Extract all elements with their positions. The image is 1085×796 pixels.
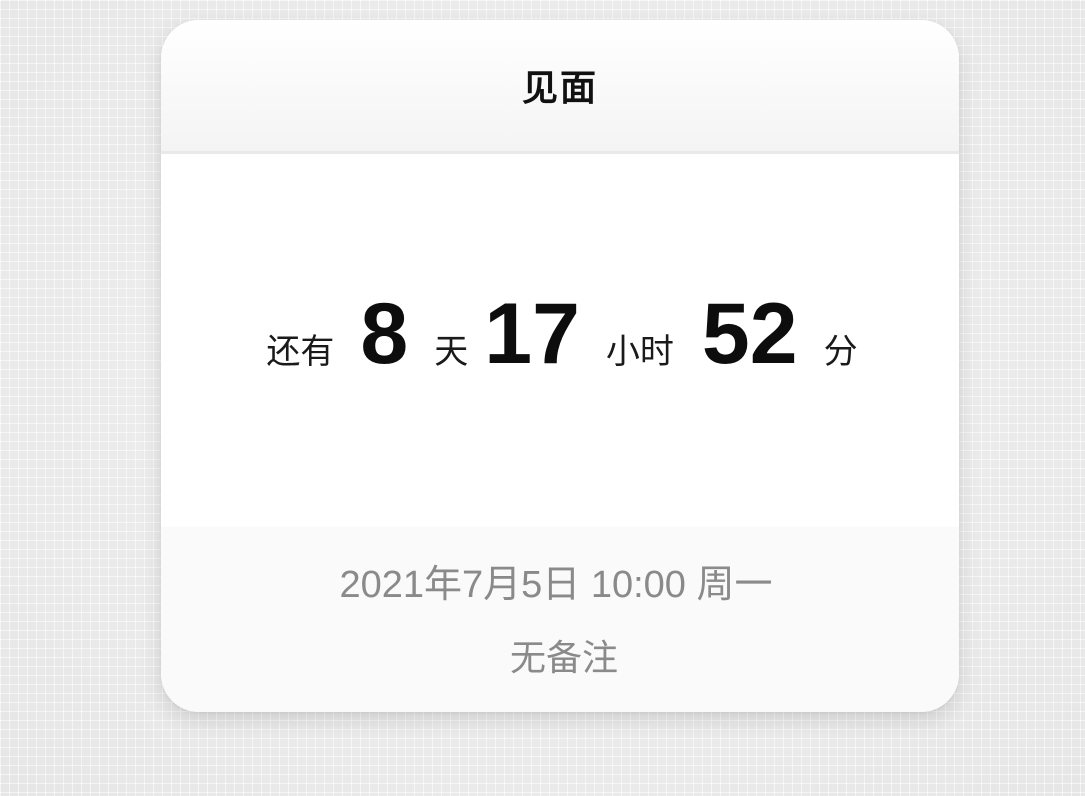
countdown-hours: 17 xyxy=(484,285,580,382)
countdown-prefix: 还有 xyxy=(266,331,335,372)
event-title: 见面 xyxy=(521,67,598,109)
event-note: 无备注 xyxy=(509,638,618,679)
countdown-display: 还有 8 天 17 小时 52 分 xyxy=(266,291,857,377)
countdown-days: 8 xyxy=(360,285,409,382)
card-footer: 2021年7月5日 10:00 周一 无备注 xyxy=(161,527,959,712)
countdown-panel: 还有 8 天 17 小时 52 分 xyxy=(161,154,959,527)
countdown-days-unit: 天 xyxy=(434,331,469,372)
countdown-minutes: 52 xyxy=(701,285,798,382)
countdown-hours-unit: 小时 xyxy=(605,331,674,372)
event-datetime: 2021年7月5日 10:00 周一 xyxy=(339,564,773,606)
card-header: 见面 xyxy=(161,20,959,154)
countdown-minutes-unit: 分 xyxy=(823,331,858,372)
countdown-card[interactable]: 见面 还有 8 天 17 小时 52 分 2021年7月5日 10:00 周一 … xyxy=(161,20,959,712)
